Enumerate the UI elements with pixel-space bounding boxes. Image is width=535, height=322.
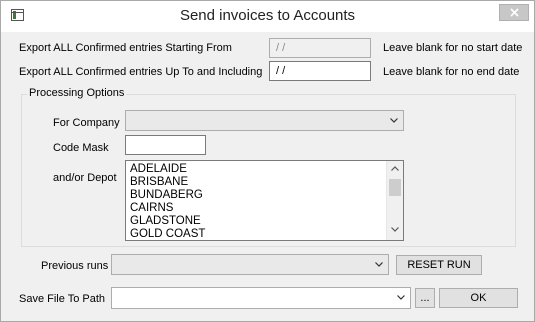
dialog-window: Send invoices to Accounts Export ALL Con… xyxy=(0,0,535,322)
scroll-thumb[interactable] xyxy=(389,179,401,196)
close-button[interactable] xyxy=(499,4,529,21)
window-title: Send invoices to Accounts xyxy=(179,7,356,24)
chevron-down-icon xyxy=(375,262,383,267)
end-date-field[interactable]: / / xyxy=(269,61,371,81)
code-mask-field[interactable] xyxy=(125,135,206,155)
depot-list-item[interactable]: BUNDABERG xyxy=(130,189,205,202)
depot-list-item[interactable]: GOLD COAST xyxy=(130,228,205,240)
depot-list-item[interactable]: GLADSTONE xyxy=(130,215,205,228)
previous-runs-select[interactable] xyxy=(111,254,389,275)
export-from-label: Export ALL Confirmed entries Starting Fr… xyxy=(19,42,232,54)
chevron-down-icon xyxy=(397,295,405,300)
scroll-up-icon[interactable] xyxy=(391,166,399,171)
end-date-hint: Leave blank for no end date xyxy=(383,66,520,78)
depot-list-item[interactable]: BRISBANE xyxy=(130,176,205,189)
chevron-down-icon xyxy=(390,118,398,123)
code-mask-label: Code Mask xyxy=(53,142,109,154)
save-path-label: Save File To Path xyxy=(19,293,106,305)
start-date-hint: Leave blank for no start date xyxy=(383,42,523,54)
processing-options-title: Processing Options xyxy=(27,87,127,99)
company-select[interactable] xyxy=(125,110,404,131)
scroll-down-icon[interactable] xyxy=(391,227,399,232)
depot-listbox[interactable]: ADELAIDE BRISBANE BUNDABERG CAIRNS GLADSTONE… xyxy=(125,160,404,241)
ok-button[interactable]: OK xyxy=(439,288,518,308)
depot-list-item[interactable]: CAIRNS xyxy=(130,202,205,215)
company-label: For Company xyxy=(53,117,120,129)
depot-list-item[interactable]: ADELAIDE xyxy=(130,163,205,176)
start-date-field[interactable]: / / xyxy=(269,38,371,58)
depot-scrollbar[interactable] xyxy=(386,161,403,240)
depot-label: and/or Depot xyxy=(53,172,117,184)
reset-run-button[interactable]: RESET RUN xyxy=(396,255,482,275)
title-bar: Send invoices to Accounts xyxy=(1,1,534,32)
depot-list: ADELAIDE BRISBANE BUNDABERG CAIRNS GLADSTONE… xyxy=(130,163,205,240)
save-path-select[interactable] xyxy=(111,287,411,309)
browse-button[interactable]: ... xyxy=(415,288,435,308)
previous-runs-label: Previous runs xyxy=(41,260,109,272)
close-icon xyxy=(510,8,519,17)
export-to-label: Export ALL Confirmed entries Up To and I… xyxy=(19,66,263,78)
